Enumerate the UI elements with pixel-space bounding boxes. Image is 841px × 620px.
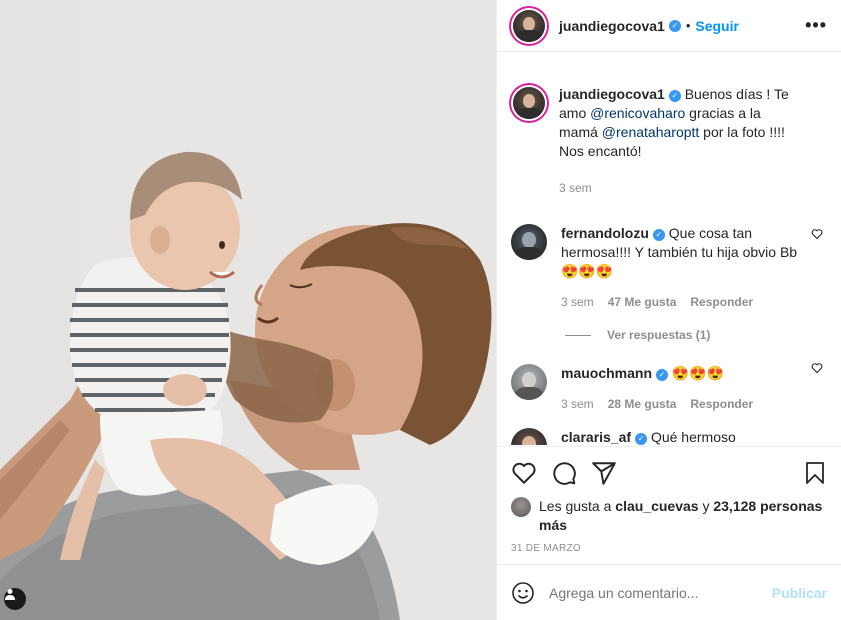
commenter-avatar[interactable] xyxy=(511,428,547,445)
separator-dot: • xyxy=(685,18,691,33)
comment-likes[interactable]: 28 Me gusta xyxy=(608,395,677,414)
caption-author-username[interactable]: juandiegocova1 xyxy=(559,86,665,102)
verified-badge-icon: ✓ xyxy=(668,19,681,32)
caption-time[interactable]: 3 sem xyxy=(559,179,592,198)
comment-input[interactable] xyxy=(549,584,772,601)
post-header: juandiegocova1 ✓ • Seguir ••• xyxy=(497,0,841,52)
post-photo[interactable] xyxy=(0,0,496,620)
commenter-username[interactable]: clararis_af xyxy=(561,429,631,445)
comment-text: 😍😍😍 xyxy=(671,365,725,381)
follow-button[interactable]: Seguir xyxy=(695,18,739,34)
add-comment-bar: Publicar xyxy=(497,564,841,620)
replies-divider xyxy=(565,334,591,336)
caption-mention-1[interactable]: @renicovaharo xyxy=(590,105,685,121)
emoji-icon[interactable] xyxy=(511,581,535,605)
heart-icon[interactable] xyxy=(811,228,823,240)
comment-icon[interactable] xyxy=(551,460,577,486)
commenter-username[interactable]: fernandolozu xyxy=(561,225,649,241)
bookmark-icon[interactable] xyxy=(803,460,827,486)
publish-button[interactable]: Publicar xyxy=(772,585,827,601)
verified-badge-icon: ✓ xyxy=(668,89,681,102)
commenter-username[interactable]: mauochmann xyxy=(561,365,652,381)
caption-mention-2[interactable]: @renataharoptt xyxy=(602,124,700,140)
comment-item: clararis_af ✓ Qué hermoso xyxy=(511,414,827,445)
liker-avatar[interactable] xyxy=(511,497,531,517)
view-replies-label: Ver respuestas (1) xyxy=(607,328,711,342)
comment-time[interactable]: 3 sem xyxy=(561,395,594,414)
verified-badge-icon: ✓ xyxy=(652,228,665,241)
verified-badge-icon: ✓ xyxy=(656,368,669,381)
comments-list[interactable]: juandiegocova1 ✓ Buenos días ! Te amo @re… xyxy=(497,53,841,445)
comment-text: Qué hermoso xyxy=(650,429,736,445)
view-replies-button[interactable]: Ver respuestas (1) xyxy=(565,328,827,342)
verified-badge-icon: ✓ xyxy=(635,432,648,445)
post-actions: Les gusta a clau_cuevas y 23,128 persona… xyxy=(497,446,841,554)
heart-icon[interactable] xyxy=(811,362,823,374)
action-icons xyxy=(511,455,827,491)
comment-item: mauochmann ✓ 😍😍😍 3 sem 28 Me gusta Respon… xyxy=(511,342,827,414)
share-icon[interactable] xyxy=(591,460,617,486)
comment-likes[interactable]: 47 Me gusta xyxy=(608,293,677,312)
comment-meta: 3 sem 28 Me gusta Responder xyxy=(561,395,803,414)
caption-author-avatar[interactable] xyxy=(513,87,545,119)
comment-item: fernandolozu ✓ Que cosa tan hermosa!!!! Y… xyxy=(511,198,827,312)
reply-button[interactable]: Responder xyxy=(690,395,753,414)
post-date[interactable]: 31 DE MARZO xyxy=(511,543,827,554)
comment-time[interactable]: 3 sem xyxy=(561,293,594,312)
liked-by-prefix: Les gusta a xyxy=(539,498,616,514)
photo-illustration xyxy=(0,0,496,620)
user-tag-icon xyxy=(5,589,15,600)
author-username[interactable]: juandiegocova1 xyxy=(559,18,665,34)
liked-by-middle: y xyxy=(698,498,714,514)
comment-meta: 3 sem 47 Me gusta Responder xyxy=(561,293,803,312)
tag-user-button[interactable] xyxy=(4,588,26,610)
liked-by: Les gusta a clau_cuevas y 23,128 persona… xyxy=(511,497,827,535)
heart-icon[interactable] xyxy=(511,460,537,486)
caption-meta: 3 sem xyxy=(559,179,803,198)
liker-username[interactable]: clau_cuevas xyxy=(615,498,698,514)
caption: juandiegocova1 ✓ Buenos días ! Te amo @re… xyxy=(511,53,827,198)
commenter-avatar[interactable] xyxy=(511,224,547,260)
reply-button[interactable]: Responder xyxy=(690,293,753,312)
author-avatar[interactable] xyxy=(513,9,545,42)
post-side-panel: juandiegocova1 ✓ • Seguir ••• juandiegoc… xyxy=(496,0,841,620)
commenter-avatar[interactable] xyxy=(511,364,547,400)
more-options-icon[interactable]: ••• xyxy=(805,15,827,36)
